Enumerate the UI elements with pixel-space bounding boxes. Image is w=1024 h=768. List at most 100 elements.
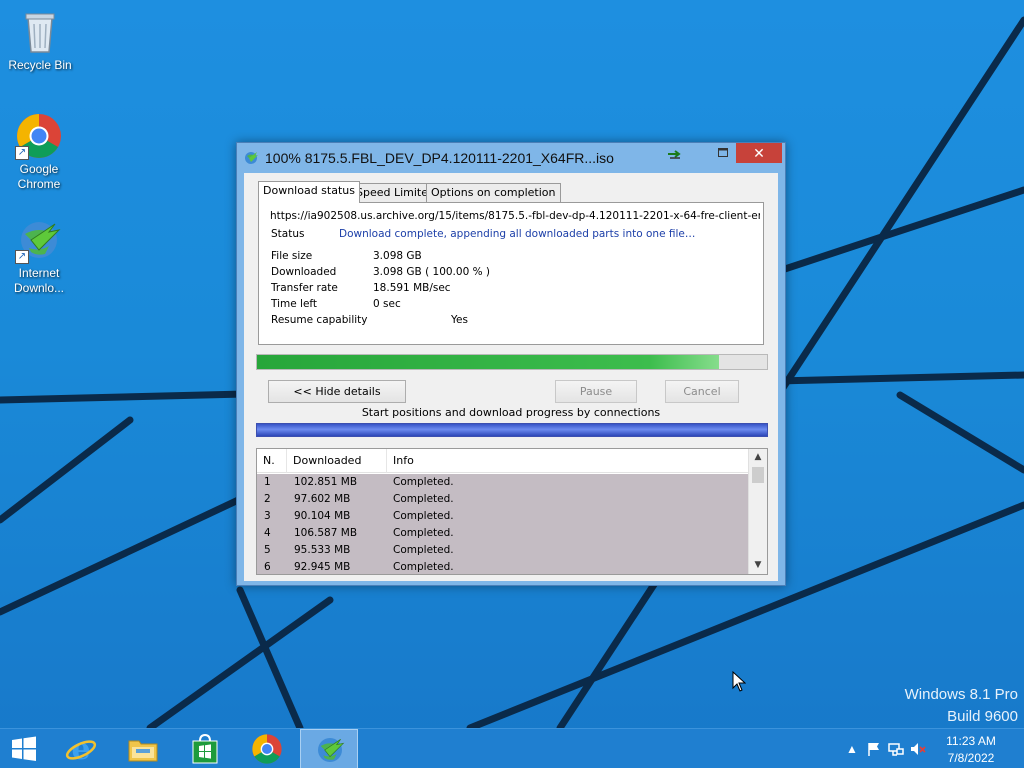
downloaded-value: 3.098 GB ( 100.00 % ) (373, 266, 490, 278)
chrome-icon (252, 734, 282, 764)
hide-details-button[interactable]: << Hide details (268, 380, 406, 403)
cell-info: Completed. (393, 561, 454, 573)
download-status-panel: https://ia902508.us.archive.org/15/items… (258, 202, 764, 345)
cell-n: 6 (264, 561, 271, 573)
tab-speed-limiter[interactable]: Speed Limiter (351, 183, 438, 202)
taskbar-internet-explorer[interactable]: e (52, 729, 110, 768)
resume-capability-label: Resume capability (271, 314, 368, 326)
desktop-icon-label: Google Chrome (17, 162, 61, 191)
download-url: https://ia902508.us.archive.org/15/items… (270, 210, 760, 222)
recycle-bin-icon (25, 13, 55, 53)
tab-options-on-completion[interactable]: Options on completion (426, 183, 561, 202)
table-row[interactable]: 3 90.104 MB Completed. (257, 508, 748, 525)
connections-list[interactable]: N. Downloaded Info 1 102.851 MB Completed.… (256, 448, 768, 575)
minimize-button[interactable] (661, 143, 687, 163)
connections-header: N. Downloaded Info (257, 449, 748, 473)
taskbar-internet-download-manager[interactable] (300, 729, 358, 768)
cell-downloaded: 95.533 MB (294, 544, 351, 556)
taskbar-google-chrome[interactable] (238, 729, 296, 768)
scrollbar-thumb[interactable] (752, 467, 764, 483)
cell-downloaded: 92.945 MB (294, 561, 351, 573)
pause-button[interactable]: Pause (555, 380, 637, 403)
taskbar-file-explorer[interactable] (114, 729, 172, 768)
cell-info: Completed. (393, 476, 454, 488)
start-button[interactable] (0, 729, 48, 768)
table-row[interactable]: 5 95.533 MB Completed. (257, 542, 748, 559)
close-button[interactable]: ✕ (736, 143, 782, 163)
window-title: 100% 8175.5.FBL_DEV_DP4.120111-2201_X64F… (265, 150, 614, 166)
mouse-cursor-icon (732, 671, 746, 692)
download-progress-window: 100% 8175.5.FBL_DEV_DP4.120111-2201_X64F… (236, 142, 786, 586)
shortcut-arrow-icon: ↗ (15, 250, 29, 264)
show-hidden-icons-chevron-icon[interactable]: ▲ (844, 741, 860, 757)
shortcut-arrow-icon: ↗ (15, 146, 29, 160)
system-tray: ▲ 11:23 AM 7/8/2022 (844, 729, 1024, 768)
windows-watermark: Windows 8.1 Pro Build 9600 (905, 684, 1018, 728)
tab-download-status[interactable]: Download status (258, 181, 360, 203)
clock-time[interactable]: 11:23 AM (936, 734, 1006, 748)
table-row[interactable]: 4 106.587 MB Completed. (257, 525, 748, 542)
cell-info: Completed. (393, 510, 454, 522)
desktop-icon-recycle-bin[interactable]: Recycle Bin (2, 8, 78, 73)
connections-progress-bar (256, 423, 768, 437)
desktop-icon-label: Recycle Bin (8, 58, 72, 72)
windows-logo-icon (12, 736, 36, 761)
column-header-downloaded[interactable]: Downloaded (287, 449, 387, 473)
cell-info: Completed. (393, 493, 454, 505)
transfer-rate-value: 18.591 MB/sec (373, 282, 451, 294)
idm-app-icon (245, 152, 258, 164)
tab-label: Options on completion (431, 186, 556, 199)
resume-capability-value: Yes (451, 314, 468, 326)
table-row[interactable]: 6 92.945 MB Completed. (257, 559, 748, 574)
connections-scrollbar[interactable]: ▲ ▼ (748, 449, 767, 574)
download-progress-bar (256, 354, 768, 370)
cell-info: Completed. (393, 544, 454, 556)
cell-downloaded: 102.851 MB (294, 476, 358, 488)
minimize-to-tray-icon (668, 150, 681, 159)
scroll-down-icon[interactable]: ▼ (749, 557, 767, 573)
taskbar-store[interactable] (176, 729, 234, 768)
cell-n: 1 (264, 476, 271, 488)
file-size-value: 3.098 GB (373, 250, 422, 262)
cell-downloaded: 90.104 MB (294, 510, 351, 522)
scroll-up-icon[interactable]: ▲ (749, 449, 767, 465)
time-left-value: 0 sec (373, 298, 401, 310)
table-row[interactable]: 1 102.851 MB Completed. (257, 474, 748, 491)
close-icon: ✕ (753, 145, 765, 161)
watermark-build: Build 9600 (947, 708, 1018, 725)
svg-text:e: e (71, 733, 90, 765)
taskbar: e ▲ 11:23 AM 7/8/2022 (0, 728, 1024, 768)
cell-n: 4 (264, 527, 271, 539)
column-header-number[interactable]: N. (257, 449, 287, 473)
column-header-info[interactable]: Info (387, 449, 748, 473)
progress-fill (257, 355, 719, 369)
desktop-icon-label: Internet Downlo... (13, 266, 65, 295)
cell-n: 5 (264, 544, 271, 556)
maximize-button[interactable] (711, 143, 735, 163)
cell-downloaded: 97.602 MB (294, 493, 351, 505)
cell-info: Completed. (393, 527, 454, 539)
store-icon (192, 733, 218, 764)
tab-label: Download status (263, 184, 355, 197)
network-icon[interactable] (888, 741, 904, 757)
status-label: Status (271, 228, 305, 240)
transfer-rate-label: Transfer rate (271, 282, 338, 294)
connections-caption: Start positions and download progress by… (361, 406, 661, 419)
volume-muted-icon[interactable] (910, 741, 926, 757)
desktop-icon-google-chrome[interactable]: ↗ Google Chrome (1, 112, 77, 192)
status-value: Download complete, appending all downloa… (339, 228, 696, 240)
time-left-label: Time left (271, 298, 318, 310)
cancel-button[interactable]: Cancel (665, 380, 739, 403)
clock-date[interactable]: 7/8/2022 (936, 751, 1006, 765)
action-center-flag-icon[interactable] (866, 741, 882, 757)
file-size-label: File size (271, 250, 313, 262)
window-title-bar[interactable]: 100% 8175.5.FBL_DEV_DP4.120111-2201_X64F… (237, 143, 785, 173)
watermark-edition: Windows 8.1 Pro (904, 686, 1018, 703)
internet-explorer-icon: e (65, 733, 97, 765)
cell-n: 3 (264, 510, 271, 522)
desktop-icon-internet-download-manager[interactable]: ↗ Internet Downlo... (1, 216, 77, 296)
table-row[interactable]: 2 97.602 MB Completed. (257, 491, 748, 508)
tab-label: Speed Limiter (356, 186, 433, 199)
cell-n: 2 (264, 493, 271, 505)
window-client-area: Download status Speed Limiter Options on… (244, 173, 778, 581)
